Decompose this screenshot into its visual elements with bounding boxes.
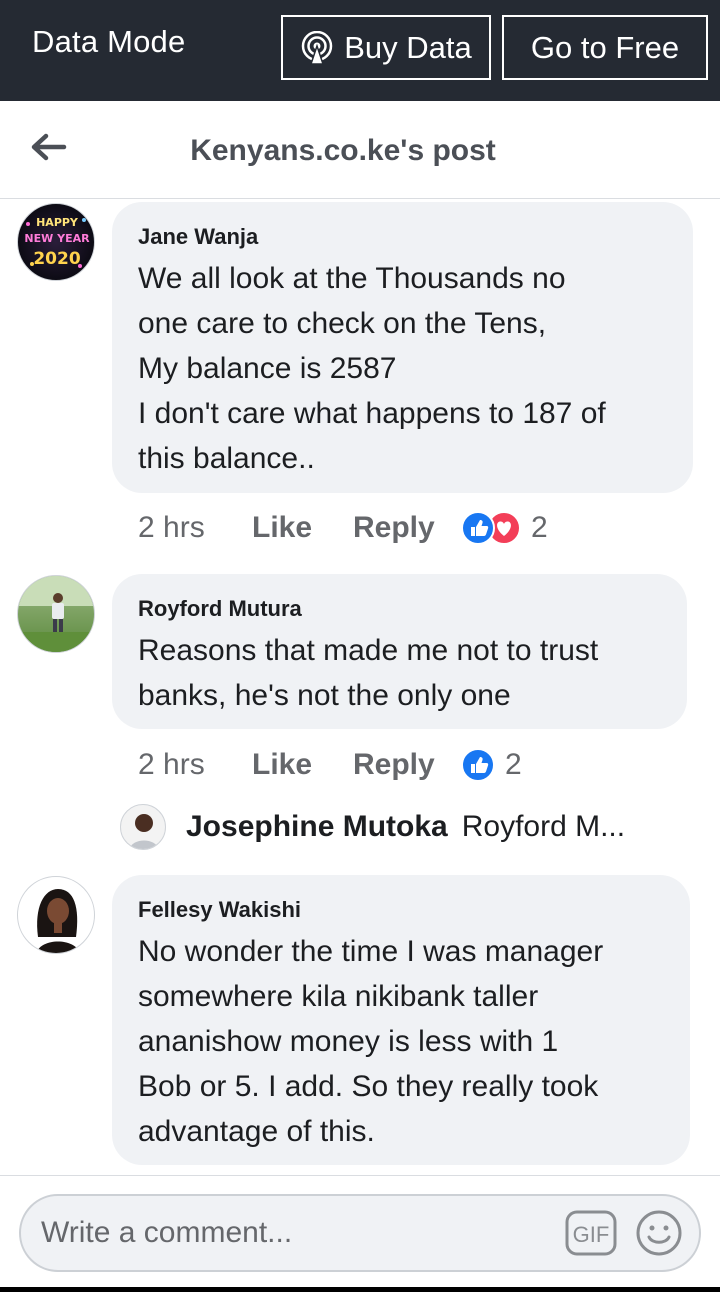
comment-composer: GIF [0,1175,720,1293]
avatar-fellesy-wakishi[interactable] [17,876,95,954]
svg-text:2020: 2020 [33,249,80,269]
svg-text:GIF: GIF [573,1222,610,1247]
like-button[interactable]: Like [252,511,353,545]
comment-time[interactable]: 2 hrs [138,511,252,545]
go-to-free-button[interactable]: Go to Free [502,15,708,80]
avatar-josephine-mutoka [120,804,166,850]
reply-button[interactable]: Reply [353,748,461,782]
go-to-free-label: Go to Free [530,29,680,65]
like-button[interactable]: Like [252,748,353,782]
comment-text: No wonder the time I was manager somewhe… [138,935,604,1148]
like-reaction-icon [461,511,495,545]
like-reaction-icon [461,748,495,782]
reply-snippet: Royford M... [461,810,626,843]
new-year-avatar-image: HAPPY NEW YEAR 2020 [24,216,90,269]
page-title: Kenyans.co.ke's post [190,134,496,167]
buy-data-button[interactable]: Buy Data [281,15,491,80]
reply-author[interactable]: Josephine Mutoka [186,810,448,844]
reactions-summary[interactable]: 2 [461,511,548,545]
comment-author[interactable]: Fellesy Wakishi [138,897,664,923]
emoji-smile-icon[interactable] [635,1209,683,1257]
comment-text: We all look at the Thousands no one care… [138,262,606,475]
portrait-avatar-image [36,889,80,953]
broadcast-icon [301,30,333,65]
avatar-royford-mutura[interactable] [17,575,95,653]
comment-bubble[interactable]: Jane Wanja We all look at the Thousands … [112,202,693,493]
comment-text: Reasons that made me not to trust banks,… [138,634,599,712]
comment-author[interactable]: Jane Wanja [138,224,667,250]
reply-button[interactable]: Reply [353,511,461,545]
person-outdoors-avatar-image [18,576,94,652]
svg-text:HAPPY: HAPPY [36,216,79,229]
buy-data-label: Buy Data [344,29,472,65]
comment-bubble[interactable]: Fellesy Wakishi No wonder the time I was… [112,875,690,1165]
data-mode-label: Data Mode [32,24,186,59]
comment-time[interactable]: 2 hrs [138,748,252,782]
reply-preview[interactable]: Josephine Mutoka Royford M... [120,802,625,852]
post-header: Kenyans.co.ke's post [0,101,720,199]
gif-icon[interactable]: GIF [565,1210,617,1256]
comment-actions: 2 hrs Like Reply 2 [138,745,522,785]
avatar-jane-wanja[interactable]: HAPPY NEW YEAR 2020 [17,203,95,281]
reaction-count: 2 [531,511,548,544]
svg-text:NEW YEAR: NEW YEAR [24,232,90,245]
data-mode-bar: Data Mode Buy Data Go to Free [0,0,720,101]
reaction-count: 2 [505,748,522,781]
reactions-summary[interactable]: 2 [461,748,522,782]
comment-actions: 2 hrs Like Reply 2 [138,508,548,548]
bottom-edge [0,1287,720,1292]
comment-bubble[interactable]: Royford Mutura Reasons that made me not … [112,574,687,729]
comment-author[interactable]: Royford Mutura [138,596,661,622]
